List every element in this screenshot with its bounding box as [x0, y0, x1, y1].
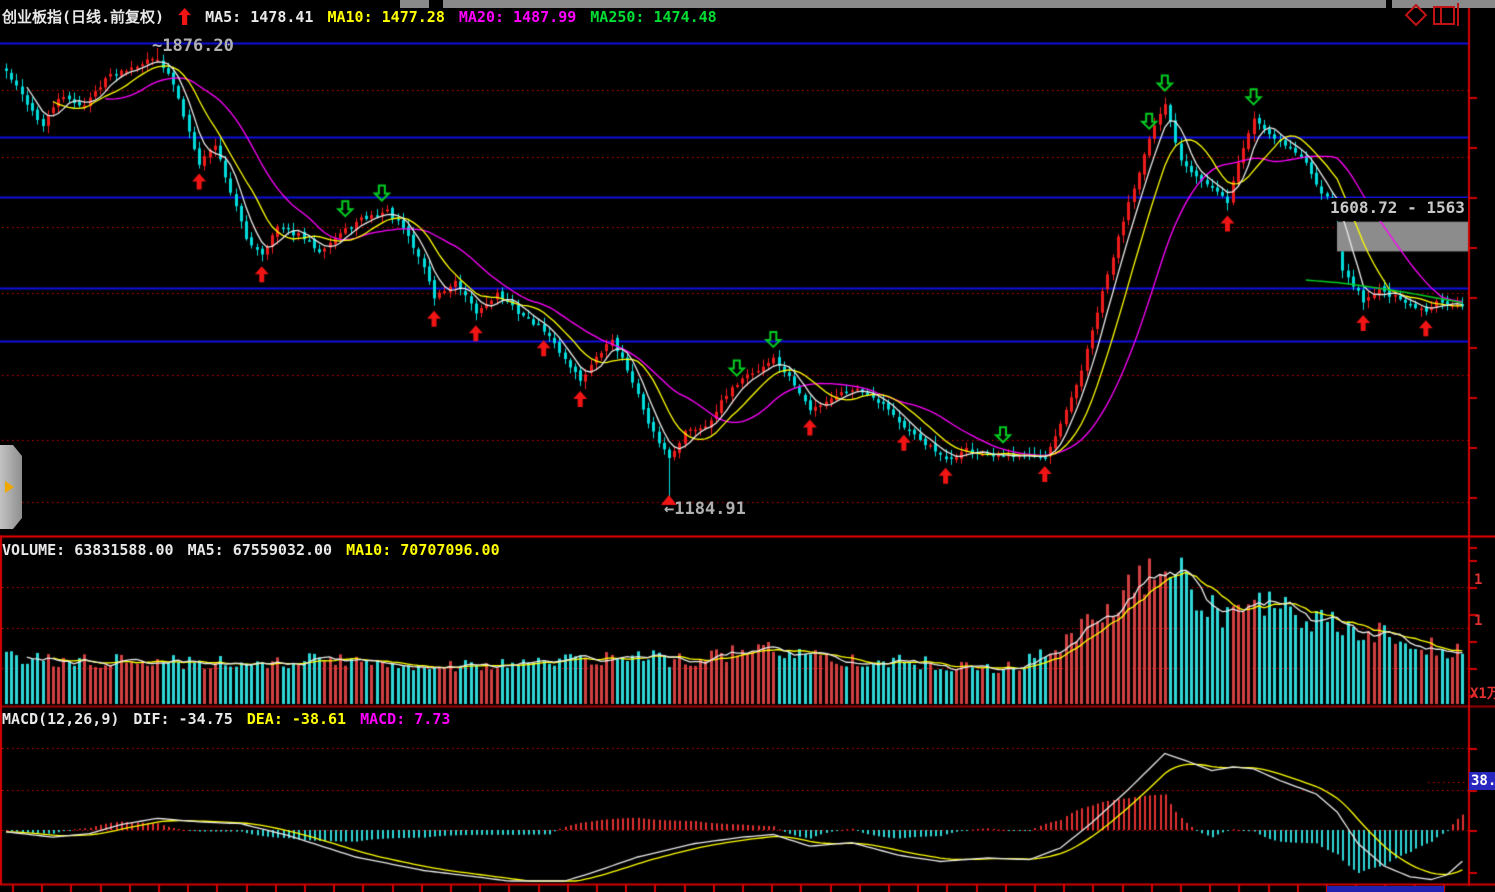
volume-axis-multiplier-label: X1万	[1470, 683, 1495, 703]
low-price-annotation: ←1184.91	[664, 499, 746, 519]
macd-value: MACD: 7.73	[360, 710, 450, 728]
dea-value: DEA: -38.61	[247, 710, 346, 728]
split-window-icon[interactable]	[1433, 6, 1455, 25]
volume-value: VOLUME: 63831588.00	[2, 541, 174, 559]
volume-axis-tick-label-1: 1	[1474, 572, 1482, 588]
volume-ma10-value: MA10: 70707096.00	[346, 541, 500, 559]
sidebar-flyout-handle[interactable]	[0, 445, 22, 529]
price-header: 创业板指(日线.前复权) MA5: 1478.41 MA10: 1477.28 …	[2, 6, 717, 27]
scrollbar-thumb[interactable]	[1327, 886, 1444, 892]
macd-header: MACD(12,26,9) DIF: -34.75 DEA: -38.61 MA…	[2, 710, 450, 728]
gap-range-annotation: 1608.72 - 1563.	[1330, 198, 1468, 221]
cursor-caret	[1457, 3, 1459, 26]
volume-axis-tick-label-2: 1	[1474, 613, 1482, 629]
ma250-value: MA250: 1474.48	[590, 8, 716, 26]
chart-window: 创业板指(日线.前复权) MA5: 1478.41 MA10: 1477.28 …	[0, 0, 1495, 892]
dif-value: DIF: -34.75	[133, 710, 232, 728]
ma5-value: MA5: 1478.41	[205, 8, 313, 26]
volume-header: VOLUME: 63831588.00 MA5: 67559032.00 MA1…	[2, 541, 500, 559]
peak-price-annotation: ~1876.20	[152, 36, 234, 56]
instrument-title: 创业板指(日线.前复权)	[2, 6, 164, 27]
chart-canvas[interactable]	[0, 0, 1495, 892]
macd-name: MACD(12,26,9)	[2, 710, 119, 728]
ma10-value: MA10: 1477.28	[327, 8, 444, 26]
volume-ma5-value: MA5: 67559032.00	[188, 541, 333, 559]
macd-level-badge: 38.	[1469, 772, 1495, 790]
expand-arrow-icon	[5, 481, 14, 493]
split-window-divider	[1440, 8, 1442, 23]
ma20-value: MA20: 1487.99	[459, 8, 576, 26]
up-arrow-icon	[178, 8, 191, 25]
